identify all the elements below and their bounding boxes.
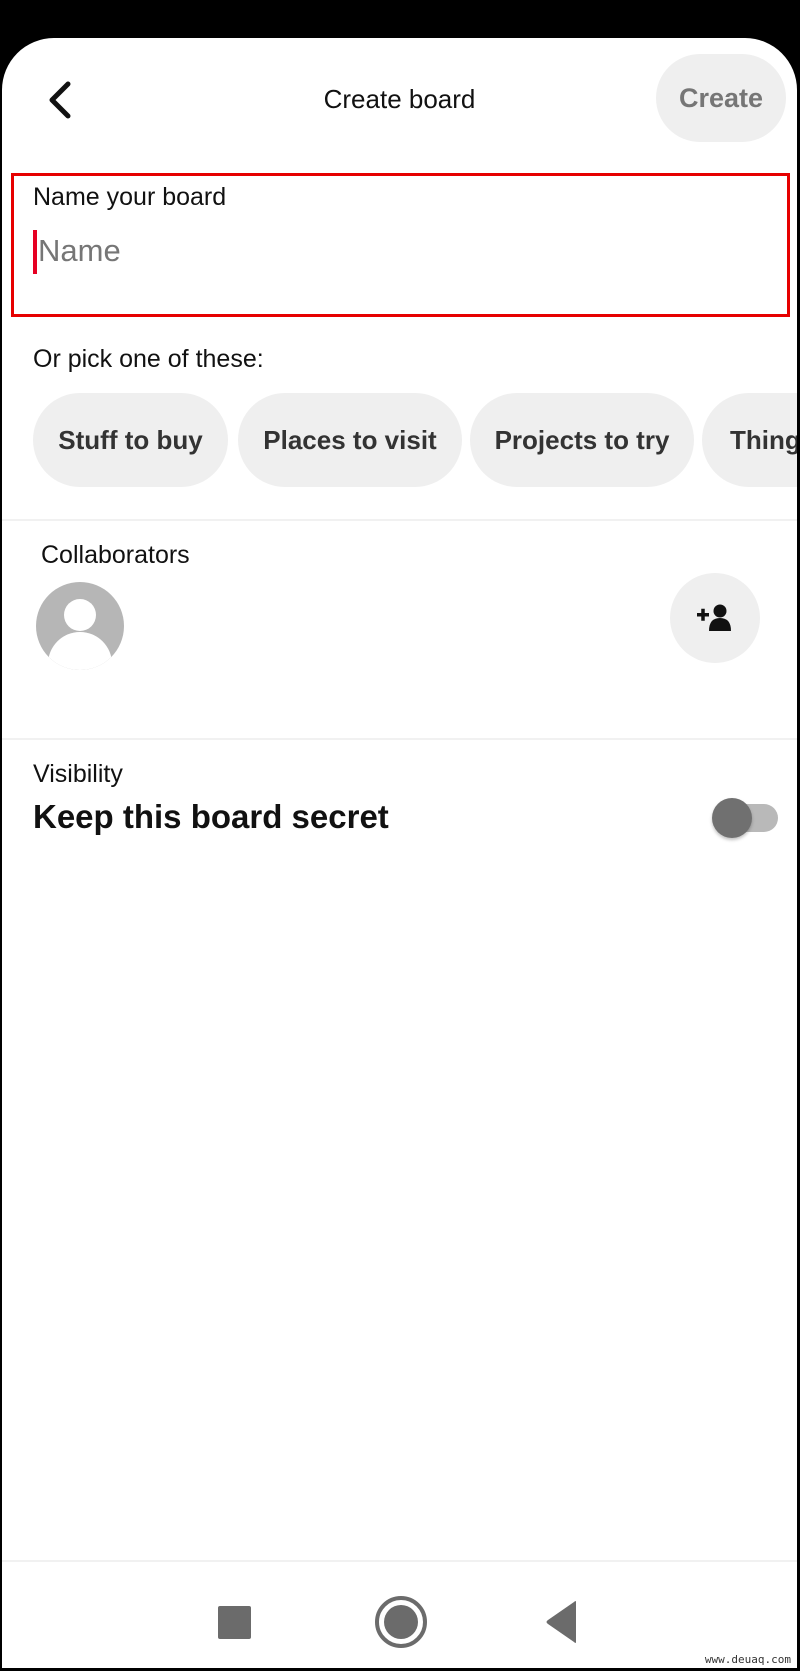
home-circle-icon — [375, 1596, 427, 1648]
back-nav-button[interactable] — [540, 1598, 588, 1646]
home-button[interactable] — [374, 1595, 428, 1649]
recents-button[interactable] — [210, 1598, 258, 1646]
add-collaborator-button[interactable] — [670, 573, 760, 663]
divider — [2, 738, 797, 740]
chip-projects-to-try[interactable]: Projects to try — [470, 393, 694, 487]
text-cursor — [33, 230, 37, 274]
suggestions-label: Or pick one of these: — [33, 345, 264, 373]
visibility-label: Visibility — [33, 760, 123, 788]
suggestion-chips: Stuff to buy Places to visit Projects to… — [2, 393, 797, 487]
avatar — [36, 582, 124, 670]
collaborators-label: Collaborators — [41, 541, 190, 569]
toggle-thumb — [712, 798, 752, 838]
chip-stuff-to-buy[interactable]: Stuff to buy — [33, 393, 228, 487]
add-person-icon — [697, 604, 731, 631]
create-button[interactable]: Create — [656, 54, 786, 142]
recents-square-icon — [218, 1606, 251, 1639]
name-field-label: Name your board — [33, 183, 227, 211]
default-avatar-icon — [48, 599, 112, 670]
secret-toggle-label: Keep this board secret — [33, 798, 389, 835]
divider — [2, 519, 797, 521]
back-triangle-icon — [546, 1601, 576, 1643]
watermark: www.deuaq.com — [704, 1653, 791, 1666]
chip-things[interactable]: Things — [702, 393, 797, 487]
board-name-input[interactable] — [38, 226, 738, 276]
chip-places-to-visit[interactable]: Places to visit — [238, 393, 462, 487]
nav-bar-divider — [2, 1560, 797, 1562]
create-board-screen: Create board Create Name your board Or p… — [2, 38, 797, 1668]
secret-toggle[interactable] — [710, 796, 782, 840]
